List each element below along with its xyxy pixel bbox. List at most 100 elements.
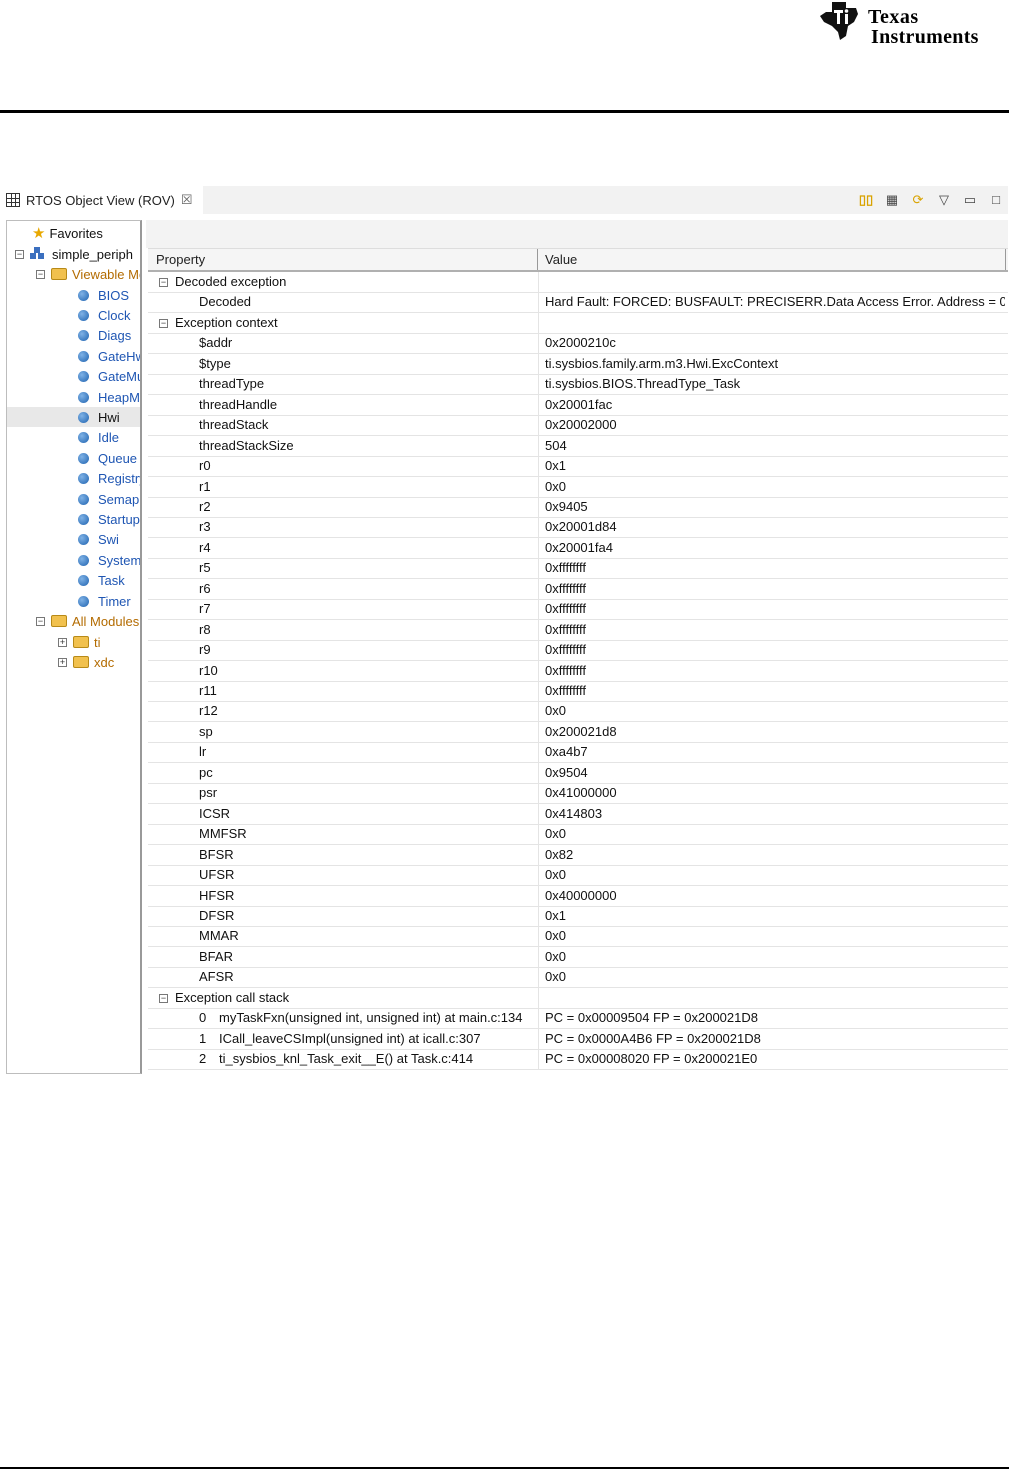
table-row[interactable]: threadHandle 0x20001fac	[148, 394, 1008, 416]
table-row[interactable]: UFSR 0x0	[148, 865, 1008, 887]
table-row[interactable]: r10 0xffffffff	[148, 660, 1008, 682]
tree-item-module[interactable]: System	[7, 550, 140, 570]
table-row[interactable]: r9 0xffffffff	[148, 640, 1008, 662]
collapse-icon[interactable]: −	[36, 269, 45, 279]
table-row[interactable]: r6 0xffffffff	[148, 578, 1008, 600]
tree-item-viewable[interactable]: − Viewable Modules	[7, 264, 140, 284]
column-property[interactable]: Property	[156, 252, 205, 267]
tree-item-module[interactable]: Diags	[7, 326, 140, 346]
maximize-icon[interactable]: □	[988, 192, 1004, 208]
tree-item-module[interactable]: Queue	[7, 448, 140, 468]
value-cell: 504	[545, 437, 567, 453]
table-row[interactable]: r11 0xffffffff	[148, 681, 1008, 702]
collapse-icon[interactable]: −	[36, 616, 45, 626]
table-row[interactable]: Decoded Hard Fault: FORCED: BUSFAULT: PRE…	[148, 292, 1008, 314]
table-row[interactable]: r7 0xffffffff	[148, 599, 1008, 621]
property-cell: r5	[199, 560, 211, 576]
tree-item-module[interactable]: Startup	[7, 509, 140, 529]
tree-label: Swi	[98, 532, 119, 548]
tree-item-module[interactable]: Clock	[7, 305, 140, 325]
table-row[interactable]: threadStack 0x20002000	[148, 415, 1008, 437]
tree-item-module[interactable]: Timer	[7, 591, 140, 611]
table-row[interactable]: AFSR 0x0	[148, 967, 1008, 989]
table-row[interactable]: sp 0x200021d8	[148, 721, 1008, 743]
table-row[interactable]: $type ti.sysbios.family.arm.m3.Hwi.ExcCon…	[148, 353, 1008, 375]
tree-item-module[interactable]: GateMutex	[7, 367, 140, 387]
table-row[interactable]: r2 0x9405	[148, 496, 1008, 518]
tab-rov[interactable]: RTOS Object View (ROV) ☒	[3, 186, 203, 214]
table-row[interactable]: r4 0x20001fa4	[148, 537, 1008, 559]
close-icon[interactable]: ☒	[181, 192, 193, 208]
table-row[interactable]: r1 0x0	[148, 476, 1008, 498]
table-row[interactable]: 2 ti_sysbios_knl_Task_exit__E() at Task.c…	[148, 1049, 1008, 1071]
view-menu-icon[interactable]: ▽	[936, 192, 952, 208]
table-row[interactable]: psr 0x41000000	[148, 783, 1008, 805]
tree-item-package-ti[interactable]: + ti	[7, 632, 140, 652]
frame-index: 2	[199, 1051, 207, 1067]
table-row[interactable]: DFSR 0x1	[148, 905, 1008, 927]
module-icon	[78, 432, 89, 444]
table-row[interactable]: ICSR 0x414803	[148, 803, 1008, 825]
tree-item-package-xdc[interactable]: + xdc	[7, 652, 140, 672]
tree-item-module[interactable]: GateHwi	[7, 346, 140, 366]
table-row[interactable]: lr 0xa4b7	[148, 742, 1008, 764]
table-row[interactable]: threadType ti.sysbios.BIOS.ThreadType_Tas…	[148, 374, 1008, 396]
table-group-row[interactable]: − Exception context	[148, 312, 1008, 334]
expand-icon[interactable]: +	[58, 657, 67, 667]
column-divider[interactable]	[1005, 249, 1006, 270]
table-row[interactable]: threadStackSize 504	[148, 435, 1008, 457]
tree-label: BIOS	[98, 287, 130, 303]
table-row[interactable]: $addr 0x2000210c	[148, 333, 1008, 355]
table-row[interactable]: MMFSR 0x0	[148, 824, 1008, 846]
table-row[interactable]: pc 0x9504	[148, 762, 1008, 784]
tree-label: ti	[94, 634, 101, 650]
table-row[interactable]: BFAR 0x0	[148, 946, 1008, 968]
module-icon	[78, 371, 89, 383]
tree-item-favorites[interactable]: ★ Favorites	[7, 223, 140, 243]
table-row[interactable]: r0 0x1	[148, 456, 1008, 478]
view-toolbar: ▯▯ ▦ ⟳ ▽ ▭ □	[858, 190, 1004, 210]
collapse-icon[interactable]: −	[159, 993, 168, 1003]
table-row[interactable]: 0 myTaskFxn(unsigned int, unsigned int) a…	[148, 1008, 1008, 1030]
value-cell: 0x82	[545, 846, 574, 862]
table-row[interactable]: r8 0xffffffff	[148, 619, 1008, 641]
table-row[interactable]: MMAR 0x0	[148, 926, 1008, 948]
tree-item-module[interactable]: Hwi	[7, 407, 140, 428]
tree-item-module[interactable]: HeapMem	[7, 387, 140, 407]
property-cell: lr	[199, 744, 207, 760]
collapse-icon[interactable]: −	[159, 278, 168, 288]
frame-index: 1	[199, 1030, 207, 1046]
group-label: Exception context	[175, 314, 278, 330]
pause-icon[interactable]: ▯▯	[858, 192, 874, 208]
tree-item-project[interactable]: − simple_periph	[7, 244, 140, 264]
table-group-row[interactable]: − Exception call stack	[148, 987, 1008, 1009]
tree-item-module[interactable]: BIOS	[7, 285, 140, 305]
minimize-icon[interactable]: ▭	[962, 192, 978, 208]
tree-item-module[interactable]: Task	[7, 571, 140, 591]
tree-item-all-modules[interactable]: − All Modules	[7, 611, 140, 631]
ti-logo-icon	[820, 2, 858, 40]
tree-item-module[interactable]: Semaphore	[7, 489, 140, 509]
table-row[interactable]: 1 ICall_leaveCSImpl(unsigned int) at ical…	[148, 1028, 1008, 1050]
column-value[interactable]: Value	[545, 252, 577, 267]
table-group-row[interactable]: − Decoded exception	[148, 272, 1008, 293]
tree-item-module[interactable]: Swi	[7, 530, 140, 550]
project-icon	[30, 247, 46, 261]
table-row[interactable]: HFSR 0x40000000	[148, 885, 1008, 907]
property-cell: 2 ti_sysbios_knl_Task_exit__E() at Task.c…	[148, 1051, 587, 1066]
refresh-icon[interactable]: ⟳	[910, 192, 926, 208]
module-icon	[78, 411, 89, 423]
tree-item-module[interactable]: Idle	[7, 428, 140, 448]
table-row[interactable]: r5 0xffffffff	[148, 558, 1008, 580]
value-cell: 0x40000000	[545, 887, 617, 903]
column-divider[interactable]	[537, 249, 538, 270]
table-row[interactable]: BFSR 0x82	[148, 844, 1008, 866]
collapse-icon[interactable]: −	[159, 318, 168, 328]
value-cell: PC = 0x00008020 FP = 0x200021E0	[545, 1051, 758, 1067]
collapse-icon[interactable]: −	[15, 249, 24, 259]
expand-icon[interactable]: +	[58, 637, 67, 647]
table-row[interactable]: r12 0x0	[148, 701, 1008, 723]
table-row[interactable]: r3 0x20001d84	[148, 517, 1008, 539]
grid-icon[interactable]: ▦	[884, 192, 900, 208]
tree-item-module[interactable]: Registry	[7, 469, 140, 489]
